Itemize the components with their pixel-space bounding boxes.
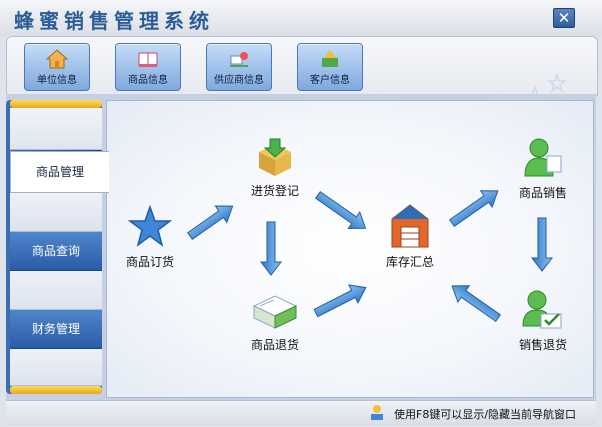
arrow-return-to-inventory — [313, 284, 367, 318]
arrow-sales-return-to-inventory — [451, 285, 501, 322]
status-text: 使用F8键可以显示/隐藏当前导航窗口 — [394, 408, 577, 421]
sidebar-item-product-management[interactable]: 商品管理 — [10, 151, 109, 193]
arrow-inventory-to-sales — [449, 190, 499, 227]
status-bar: 使用F8键可以显示/隐藏当前导航窗口 — [6, 400, 596, 425]
workflow-arrows — [187, 190, 554, 322]
arrow-order-to-purchase — [187, 205, 234, 240]
arrow-purchase-to-inventory — [315, 191, 367, 229]
arrow-sales-to-sales-return — [530, 217, 554, 272]
info-person-icon — [371, 405, 383, 420]
arrow-purchase-to-return — [259, 221, 283, 276]
